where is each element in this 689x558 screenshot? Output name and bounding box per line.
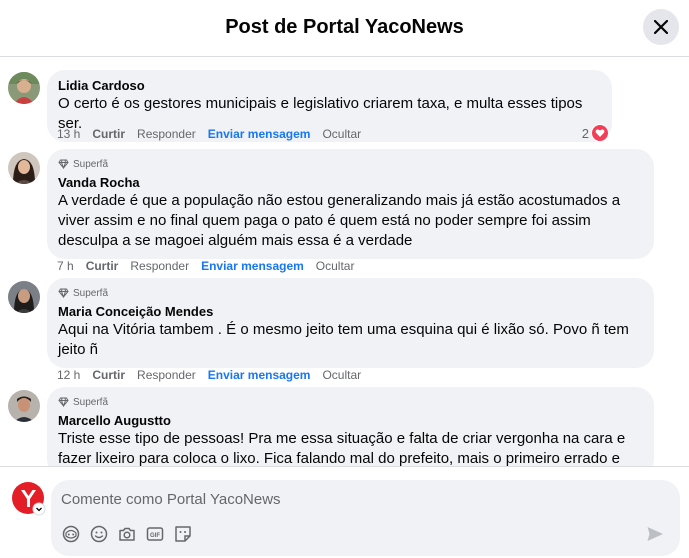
like-button[interactable]: Curtir	[92, 368, 125, 382]
diamond-icon	[58, 397, 69, 407]
close-button[interactable]	[643, 9, 679, 45]
avatar[interactable]	[8, 281, 40, 313]
comment-time[interactable]: 7 h	[57, 259, 74, 273]
send-message-button[interactable]: Enviar mensagem	[208, 127, 311, 141]
comment-author[interactable]: Vanda Rocha	[58, 175, 642, 191]
page-avatar[interactable]	[12, 482, 46, 516]
comment-composer-area: GIF	[0, 466, 689, 558]
gif-icon[interactable]: GIF	[145, 524, 165, 544]
comment-composer: GIF	[51, 480, 680, 556]
hide-button[interactable]: Ocultar	[322, 127, 361, 141]
reply-button[interactable]: Responder	[130, 259, 189, 273]
superfan-badge: Superfã	[58, 157, 642, 171]
comment-author[interactable]: Lidia Cardoso	[58, 78, 600, 94]
reaction-count[interactable]: 2	[582, 124, 609, 142]
superfan-badge: Superfã	[58, 395, 642, 409]
avatar-sticker-icon[interactable]	[61, 524, 81, 544]
comment-actions: 12 h Curtir Responder Enviar mensagem Oc…	[57, 367, 373, 383]
comment-text: A verdade é que a população não estou ge…	[58, 191, 642, 251]
hide-button[interactable]: Ocultar	[322, 368, 361, 382]
emoji-icon[interactable]	[89, 524, 109, 544]
comment-bubble: Superfã Marcello Augustto Triste esse ti…	[47, 387, 654, 466]
composer-tools: GIF	[61, 524, 193, 544]
send-message-button[interactable]: Enviar mensagem	[208, 368, 311, 382]
send-icon[interactable]	[646, 525, 666, 545]
like-button[interactable]: Curtir	[92, 127, 125, 141]
comment-text: Aqui na Vitória tambem . É o mesmo jeito…	[58, 320, 642, 360]
reaction-count-label: 2	[581, 125, 589, 141]
close-icon	[654, 20, 668, 34]
badge-label: Superfã	[73, 158, 109, 170]
reply-button[interactable]: Responder	[137, 368, 196, 382]
hide-button[interactable]: Ocultar	[316, 259, 355, 273]
superfan-badge: Superfã	[58, 286, 642, 300]
comment-author[interactable]: Maria Conceição Mendes	[58, 304, 642, 320]
comment-text-line: viver assim e no final quem paga o pato …	[58, 212, 591, 229]
camera-icon[interactable]	[117, 524, 137, 544]
dialog-header: Post de Portal YacoNews	[0, 0, 689, 57]
sticker-icon[interactable]	[173, 524, 193, 544]
comment-time[interactable]: 13 h	[57, 127, 80, 141]
comment-input[interactable]	[61, 488, 621, 510]
diamond-icon	[58, 159, 69, 169]
comment-text-line: jeito ñ	[58, 341, 99, 358]
comment-text: Triste esse tipo de pessoas! Pra me essa…	[58, 429, 642, 466]
comment-text-line: A verdade é que a população não estou ge…	[58, 192, 621, 209]
avatar[interactable]	[8, 152, 40, 184]
comment-text-line: Aqui na Vitória tambem . É o mesmo jeito…	[58, 321, 629, 338]
svg-text:GIF: GIF	[150, 533, 160, 539]
diamond-icon	[58, 288, 69, 298]
like-button[interactable]: Curtir	[86, 259, 119, 273]
comment-text-line: desculpa a se magoei alguém mais essa é …	[58, 232, 413, 249]
comment-text-line: fazer lixeiro para coloca o lixo. Fica f…	[58, 450, 620, 466]
heart-icon	[591, 124, 609, 142]
dialog-title: Post de Portal YacoNews	[225, 16, 464, 38]
comment-actions: 7 h Curtir Responder Enviar mensagem Ocu…	[57, 258, 366, 274]
badge-label: Superfã	[73, 287, 109, 299]
comment-bubble: Superfã Maria Conceição Mendes Aqui na V…	[47, 278, 654, 368]
comment-text-line: Triste esse tipo de pessoas! Pra me essa…	[58, 430, 626, 447]
comment-author[interactable]: Marcello Augustto	[58, 413, 642, 429]
send-message-button[interactable]: Enviar mensagem	[201, 259, 304, 273]
comment-bubble: Superfã Vanda Rocha A verdade é que a po…	[47, 149, 654, 259]
reply-button[interactable]: Responder	[137, 127, 196, 141]
badge-label: Superfã	[73, 396, 109, 408]
avatar[interactable]	[8, 72, 40, 104]
comment-time[interactable]: 12 h	[57, 368, 80, 382]
comments-list[interactable]: Lidia Cardoso O certo é os gestores muni…	[0, 57, 689, 466]
avatar[interactable]	[8, 390, 40, 422]
comment-actions: 13 h Curtir Responder Enviar mensagem Oc…	[57, 126, 373, 142]
